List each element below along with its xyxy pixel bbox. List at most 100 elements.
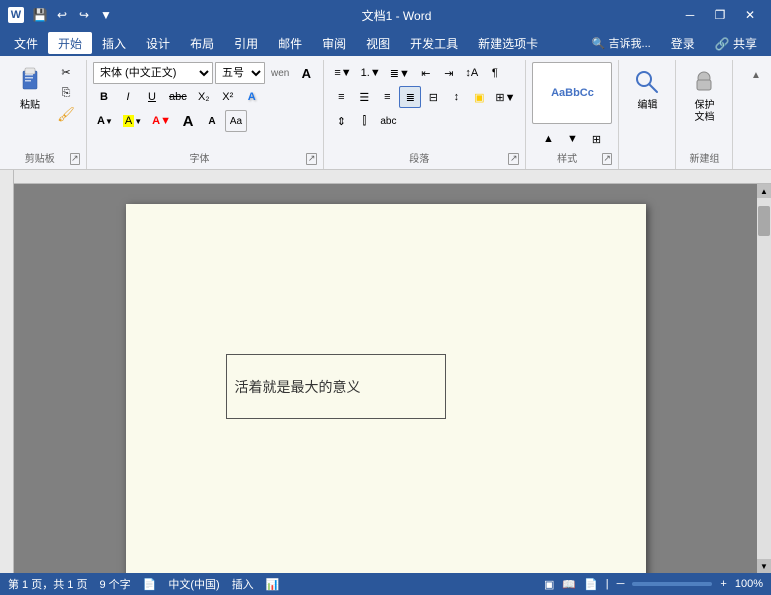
columns-button[interactable]: ⫿ xyxy=(353,110,375,132)
styles-up-button[interactable]: ▲ xyxy=(537,128,559,150)
ruler-horizontal xyxy=(14,170,771,184)
menu-devtools[interactable]: 开发工具 xyxy=(400,32,468,54)
styles-gallery[interactable]: AaBbCc xyxy=(532,62,612,124)
restore-button[interactable]: ❐ xyxy=(707,4,733,26)
numbering-button[interactable]: 1.▼ xyxy=(357,62,385,84)
shading-button[interactable]: ▣ xyxy=(468,86,490,108)
chinese-justify-button[interactable]: ⊟ xyxy=(422,86,444,108)
font-name-row: 宋体 (中文正文) 五号 wen A xyxy=(93,62,317,84)
align-center-button[interactable]: ☰ xyxy=(353,86,375,108)
find-button[interactable]: 编辑 xyxy=(625,62,669,116)
show-marks-button[interactable]: ¶ xyxy=(484,62,506,84)
page-count[interactable]: 第 1 页，共 1 页 xyxy=(8,576,87,592)
vertical-scrollbar[interactable]: ▲ ▼ xyxy=(757,184,771,573)
view-reading[interactable]: 📖 xyxy=(562,578,576,591)
abc-sort-button[interactable]: abc xyxy=(376,110,400,132)
bold-button[interactable]: B xyxy=(93,86,115,108)
italic-button[interactable]: I xyxy=(117,86,139,108)
status-left: 第 1 页，共 1 页 9 个字 📄 中文(中国) 插入 📊 xyxy=(8,576,279,592)
editing-group-label xyxy=(625,165,669,167)
align-left-button[interactable]: ≡ xyxy=(330,86,352,108)
menu-search[interactable]: 🔍 吉诉我... xyxy=(582,32,661,54)
menu-review[interactable]: 审阅 xyxy=(312,32,356,54)
status-icon1: 📄 xyxy=(143,578,157,591)
subscript-button[interactable]: X₂ xyxy=(193,86,215,108)
decrease-indent-button[interactable]: ⇤ xyxy=(415,62,437,84)
format-painter-button[interactable]: 🖌 xyxy=(52,104,80,124)
sort-button[interactable]: ↕A xyxy=(461,62,483,84)
styles-expand-button[interactable]: ⊞ xyxy=(585,128,607,150)
multilevel-button[interactable]: ≣▼ xyxy=(386,62,414,84)
font-dialog-launcher[interactable]: ↗ xyxy=(306,153,317,165)
scroll-thumb[interactable] xyxy=(758,206,770,236)
format-painter-icon: 🖌 xyxy=(57,106,75,123)
protect-label: 保护文档 xyxy=(694,100,714,124)
styles-down-button[interactable]: ▼ xyxy=(561,128,583,150)
undo-button[interactable]: ↩ xyxy=(52,5,72,25)
menu-bar: 文件 开始 插入 设计 布局 引用 邮件 审阅 视图 开发工具 新建选项卡 🔍 … xyxy=(0,30,771,56)
increase-indent-button[interactable]: ⇥ xyxy=(438,62,460,84)
copy-button[interactable]: ⎘ xyxy=(52,83,80,103)
search-icon xyxy=(631,66,663,98)
menu-share[interactable]: 🔗 共享 xyxy=(705,32,767,54)
borders-button[interactable]: ⊞▼ xyxy=(491,86,519,108)
view-normal[interactable]: ▣ xyxy=(544,578,554,591)
menu-layout[interactable]: 布局 xyxy=(180,32,224,54)
styles-dialog-launcher[interactable]: ↗ xyxy=(602,153,613,165)
clipboard-dialog-launcher[interactable]: ↗ xyxy=(70,153,81,165)
paragraph-dialog-launcher[interactable]: ↗ xyxy=(508,153,519,165)
change-case-button[interactable]: Aa xyxy=(225,110,247,132)
redo-button[interactable]: ↪ xyxy=(74,5,94,25)
strikethrough-button[interactable]: abc xyxy=(165,86,191,108)
menu-design[interactable]: 设计 xyxy=(136,32,180,54)
font-small-button[interactable]: A xyxy=(201,110,223,132)
align-right-button[interactable]: ≡ xyxy=(376,86,398,108)
scroll-down-button[interactable]: ▼ xyxy=(757,559,771,573)
zoom-in-button[interactable]: + xyxy=(720,578,726,590)
customize-button[interactable]: ▼ xyxy=(96,5,116,25)
paste-icon xyxy=(14,64,46,96)
menu-file[interactable]: 文件 xyxy=(4,32,48,54)
menu-insert[interactable]: 插入 xyxy=(92,32,136,54)
close-button[interactable]: ✕ xyxy=(737,4,763,26)
scroll-track[interactable] xyxy=(757,198,771,559)
highlight-button[interactable]: A ▼ xyxy=(119,110,146,132)
text-box[interactable]: 活着就是最大的意义 xyxy=(226,354,446,419)
clipboard-group: 粘贴 ✂ ⎘ 🖌 剪贴板 ↗ xyxy=(4,60,87,169)
clear-format-button[interactable]: A xyxy=(295,62,317,84)
font-big-button[interactable]: A xyxy=(177,110,199,132)
menu-newtab[interactable]: 新建选项卡 xyxy=(468,32,548,54)
underline-button[interactable]: U xyxy=(141,86,163,108)
view-page[interactable]: 📄 xyxy=(584,578,598,591)
zoom-out-button[interactable]: ─ xyxy=(617,578,625,590)
cut-button[interactable]: ✂ xyxy=(52,62,80,82)
font-color-button[interactable]: A ▼ xyxy=(93,110,117,132)
menu-mail[interactable]: 邮件 xyxy=(268,32,312,54)
title-bar-left: W 💾 ↩ ↪ ▼ xyxy=(8,5,116,25)
para-spacing-button[interactable]: ⇕ xyxy=(330,110,352,132)
menu-home[interactable]: 开始 xyxy=(48,32,92,54)
font-color2-button[interactable]: A▼ xyxy=(148,110,175,132)
paste-label: 粘贴 xyxy=(20,96,40,111)
protect-document-button[interactable]: 保护文档 xyxy=(682,62,726,128)
scroll-up-button[interactable]: ▲ xyxy=(757,184,771,198)
bullets-button[interactable]: ≡▼ xyxy=(330,62,355,84)
font-name-select[interactable]: 宋体 (中文正文) xyxy=(93,62,213,84)
menu-login[interactable]: 登录 xyxy=(661,32,705,54)
font-size-select[interactable]: 五号 xyxy=(215,62,265,84)
save-button[interactable]: 💾 xyxy=(30,5,50,25)
language[interactable]: 中文(中国) xyxy=(168,576,219,592)
paste-button[interactable]: 粘贴 xyxy=(10,62,50,113)
text-effect-button[interactable]: A xyxy=(241,86,263,108)
zoom-slider[interactable] xyxy=(632,582,712,586)
collapse-ribbon-button[interactable]: ▲ xyxy=(745,64,767,86)
insert-mode[interactable]: 插入 xyxy=(232,576,254,592)
justify-button[interactable]: ≣ xyxy=(399,86,421,108)
menu-references[interactable]: 引用 xyxy=(224,32,268,54)
menu-view[interactable]: 视图 xyxy=(356,32,400,54)
line-spacing-button[interactable]: ↕ xyxy=(445,86,467,108)
zoom-level[interactable]: 100% xyxy=(735,578,763,590)
superscript-button[interactable]: X² xyxy=(217,86,239,108)
minimize-button[interactable]: ─ xyxy=(677,4,703,26)
status-right: ▣ 📖 📄 | ─ + 100% xyxy=(544,578,763,591)
